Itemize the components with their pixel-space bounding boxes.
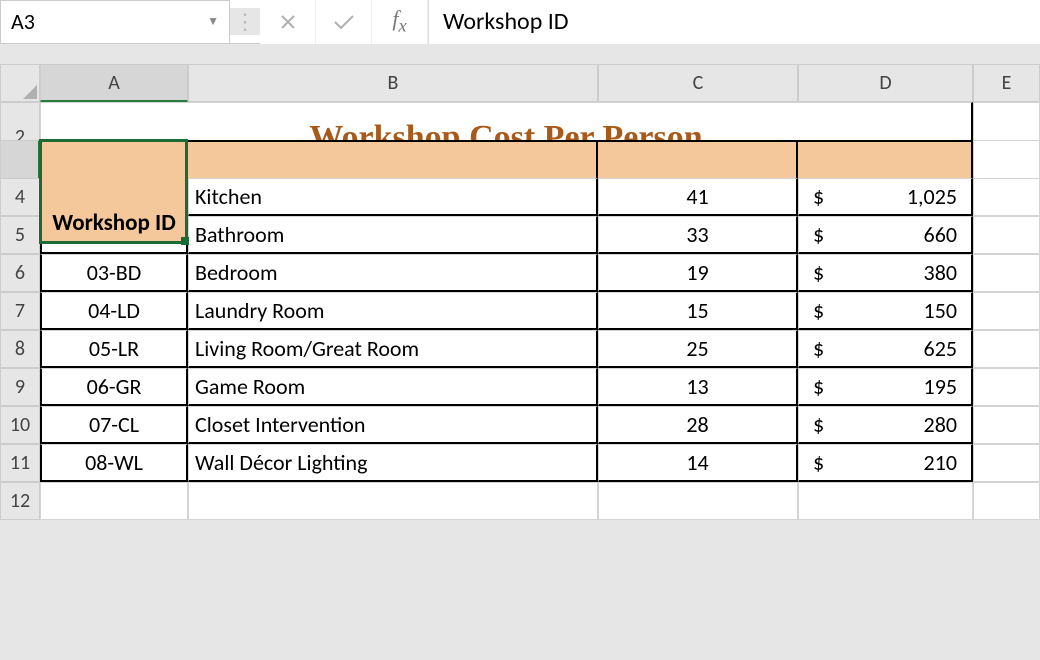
- cell-empty[interactable]: [973, 368, 1040, 406]
- cell-type[interactable]: Living Room/Great Room: [188, 330, 598, 368]
- cell-participants[interactable]: 15: [598, 292, 798, 330]
- cell-c12[interactable]: [598, 482, 798, 520]
- cell-cost[interactable]: $150: [798, 292, 973, 330]
- cell-type[interactable]: Kitchen: [188, 178, 598, 216]
- cell-participants[interactable]: 14: [598, 444, 798, 482]
- cell-empty[interactable]: [973, 178, 1040, 216]
- currency-symbol: $: [813, 297, 824, 324]
- cell-a12[interactable]: [40, 482, 188, 520]
- fx-icon: fx: [392, 6, 406, 36]
- cell-id[interactable]: 03-BD: [40, 254, 188, 292]
- cell-type[interactable]: Bathroom: [188, 216, 598, 254]
- cell-participants[interactable]: 41: [598, 178, 798, 216]
- col-head-a[interactable]: A: [40, 64, 188, 102]
- spreadsheet-area: A B C D E 2 Workshop Cost Per Person 3 W…: [0, 44, 1040, 520]
- cell-id[interactable]: 04-LD: [40, 292, 188, 330]
- formula-bar: A3 ▼ ⋮ fx Workshop ID: [0, 0, 1040, 44]
- grid: A B C D E 2 Workshop Cost Per Person 3 W…: [0, 64, 1040, 520]
- cell-type[interactable]: Laundry Room: [188, 292, 598, 330]
- cell-cost[interactable]: $210: [798, 444, 973, 482]
- header-workshop-id[interactable]: Workshop ID: [40, 140, 188, 244]
- cell-cost[interactable]: $380: [798, 254, 973, 292]
- cell-participants[interactable]: 25: [598, 330, 798, 368]
- currency-symbol: $: [813, 335, 824, 362]
- cost-value: 280: [924, 411, 957, 438]
- cost-value: 1,025: [907, 183, 957, 210]
- cell-e12[interactable]: [973, 482, 1040, 520]
- formula-input-value: Workshop ID: [443, 7, 569, 36]
- col-head-d[interactable]: D: [798, 64, 973, 102]
- name-box-dropdown-icon[interactable]: ▼: [207, 14, 219, 29]
- col-head-b[interactable]: B: [188, 64, 598, 102]
- select-all-corner[interactable]: [0, 64, 40, 102]
- currency-symbol: $: [813, 373, 824, 400]
- accept-formula-button[interactable]: [316, 0, 372, 44]
- cell-id[interactable]: 05-LR: [40, 330, 188, 368]
- cell-participants[interactable]: 28: [598, 406, 798, 444]
- cell-cost[interactable]: $1,025: [798, 178, 973, 216]
- name-box[interactable]: A3 ▼: [0, 0, 230, 44]
- cell-participants[interactable]: 13: [598, 368, 798, 406]
- header-workshop-id-text: Workshop ID: [52, 211, 175, 236]
- cell-type[interactable]: Wall Décor Lighting: [188, 444, 598, 482]
- row-head[interactable]: 11: [0, 444, 40, 482]
- cell-b12[interactable]: [188, 482, 598, 520]
- currency-symbol: $: [813, 183, 824, 210]
- cell-type[interactable]: Game Room: [188, 368, 598, 406]
- row-head[interactable]: 8: [0, 330, 40, 368]
- currency-symbol: $: [813, 259, 824, 286]
- cell-id[interactable]: 07-CL: [40, 406, 188, 444]
- cell-participants[interactable]: 33: [598, 216, 798, 254]
- cost-value: 195: [924, 373, 957, 400]
- cell-participants[interactable]: 19: [598, 254, 798, 292]
- cell-cost[interactable]: $625: [798, 330, 973, 368]
- row-head[interactable]: 5: [0, 216, 40, 254]
- row-head[interactable]: 7: [0, 292, 40, 330]
- row-head-12[interactable]: 12: [0, 482, 40, 520]
- cell-id[interactable]: 08-WL: [40, 444, 188, 482]
- cell-empty[interactable]: [973, 254, 1040, 292]
- row-head[interactable]: 4: [0, 178, 40, 216]
- cell-empty[interactable]: [973, 292, 1040, 330]
- formula-bar-separator: ⋮: [230, 8, 260, 35]
- cell-type[interactable]: Bedroom: [188, 254, 598, 292]
- cost-value: 380: [924, 259, 957, 286]
- cost-value: 625: [924, 335, 957, 362]
- currency-symbol: $: [813, 221, 824, 248]
- insert-function-button[interactable]: fx: [372, 0, 428, 44]
- cell-cost[interactable]: $280: [798, 406, 973, 444]
- formula-input[interactable]: Workshop ID: [428, 0, 1040, 44]
- row-head[interactable]: 9: [0, 368, 40, 406]
- cell-empty[interactable]: [973, 444, 1040, 482]
- cell-type[interactable]: Closet Intervention: [188, 406, 598, 444]
- cell-empty[interactable]: [973, 406, 1040, 444]
- currency-symbol: $: [813, 411, 824, 438]
- cell-d12[interactable]: [798, 482, 973, 520]
- row-head[interactable]: 6: [0, 254, 40, 292]
- cell-cost[interactable]: $660: [798, 216, 973, 254]
- cell-empty[interactable]: [973, 330, 1040, 368]
- cell-id[interactable]: 06-GR: [40, 368, 188, 406]
- cell-cost[interactable]: $195: [798, 368, 973, 406]
- fill-handle[interactable]: [181, 237, 189, 245]
- col-head-c[interactable]: C: [598, 64, 798, 102]
- cost-value: 210: [924, 449, 957, 476]
- name-box-value: A3: [11, 8, 35, 35]
- currency-symbol: $: [813, 449, 824, 476]
- cancel-formula-button[interactable]: [260, 0, 316, 44]
- cost-value: 660: [924, 221, 957, 248]
- check-icon: [333, 13, 355, 31]
- cell-empty[interactable]: [973, 216, 1040, 254]
- col-head-e[interactable]: E: [973, 64, 1040, 102]
- row-head[interactable]: 10: [0, 406, 40, 444]
- cost-value: 150: [924, 297, 957, 324]
- x-icon: [279, 13, 297, 31]
